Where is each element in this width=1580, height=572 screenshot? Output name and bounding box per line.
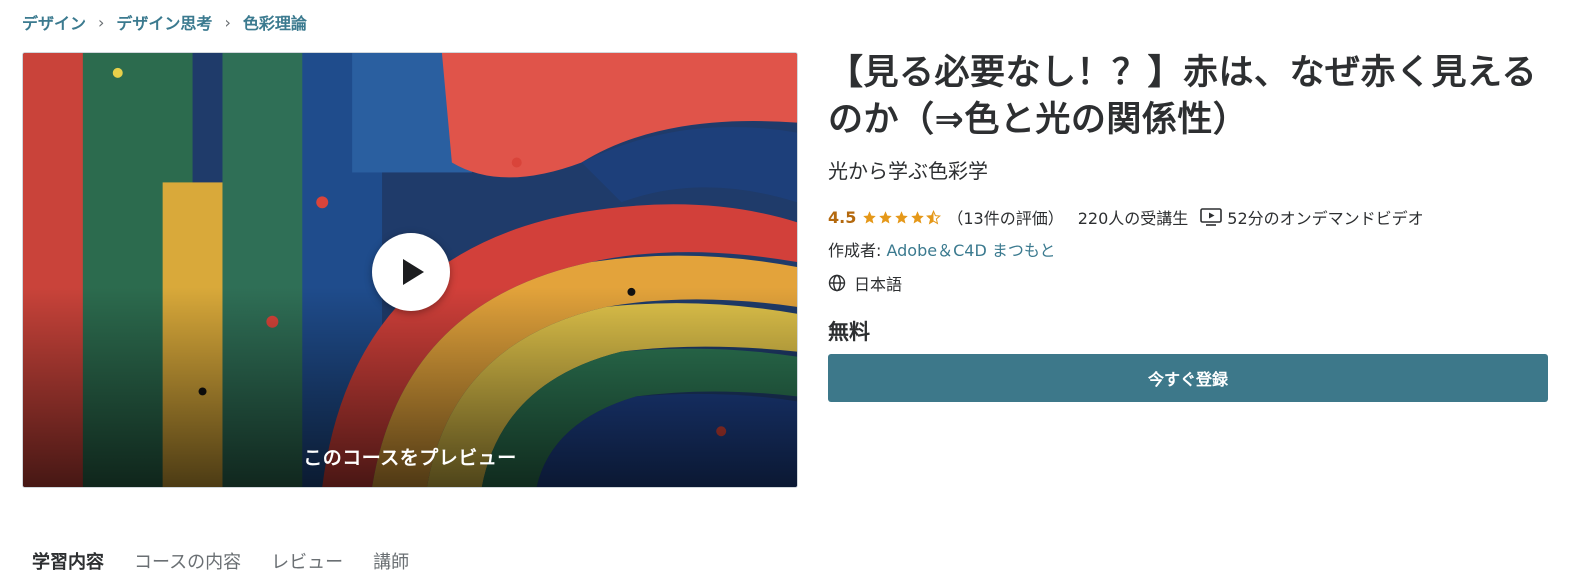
- breadcrumb-item-design[interactable]: デザイン: [22, 10, 86, 34]
- rating-stars: [862, 209, 942, 225]
- chevron-right-icon: ›: [98, 12, 105, 32]
- rating-value: 4.5: [828, 207, 857, 227]
- enroll-button[interactable]: 今すぐ登録: [828, 354, 1548, 402]
- author-link[interactable]: Adobe＆C4D まつもと: [886, 241, 1055, 260]
- breadcrumb-item-color-theory[interactable]: 色彩理論: [243, 10, 307, 34]
- play-icon: [403, 259, 424, 285]
- course-stats: 4.5 （13件の評価） 220人の受講生 52分のオンデマンドビデオ: [828, 205, 1548, 229]
- author-label: 作成者:: [828, 241, 887, 260]
- tab-instructor[interactable]: 講師: [373, 548, 409, 572]
- globe-icon: [828, 274, 846, 292]
- course-preview[interactable]: このコースをプレビュー: [22, 52, 798, 488]
- language-label: 日本語: [854, 275, 903, 294]
- tab-reviews[interactable]: レビュー: [271, 548, 343, 572]
- half-star-icon: [926, 209, 942, 224]
- star-icon: [895, 210, 909, 223]
- course-tabs: 学習内容 コースの内容 レビュー 講師: [32, 548, 409, 572]
- tab-curriculum[interactable]: コースの内容: [134, 548, 241, 572]
- breadcrumb-item-design-thinking[interactable]: デザイン思考: [116, 10, 212, 34]
- student-count: 220人の受講生: [1077, 209, 1189, 228]
- chevron-right-icon: ›: [224, 12, 231, 32]
- course-language: 日本語: [828, 272, 1548, 294]
- star-icon: [879, 210, 893, 223]
- tab-learning[interactable]: 学習内容: [32, 548, 104, 572]
- star-icon: [863, 210, 877, 223]
- star-icon: [911, 210, 925, 223]
- breadcrumb: デザイン › デザイン思考 › 色彩理論: [22, 10, 307, 34]
- course-author: 作成者: Adobe＆C4D まつもと: [828, 240, 1548, 262]
- play-button[interactable]: [372, 233, 450, 311]
- preview-label[interactable]: このコースをプレビュー: [23, 443, 797, 470]
- course-title: 【見る必要なし！？】赤は、なぜ赤く見えるのか（⇒色と光の関係性）: [828, 53, 1537, 140]
- course-price: 無料: [828, 320, 870, 344]
- video-icon: [1200, 208, 1223, 226]
- course-landing-page: デザイン › デザイン思考 › 色彩理論 このコースをプレビュー 【見る必要なし…: [0, 0, 1580, 572]
- video-duration: 52分のオンデマンドビデオ: [1200, 205, 1424, 229]
- rating-count[interactable]: （13件の評価）: [947, 205, 1063, 229]
- course-info: 【見る必要なし！？】赤は、なぜ赤く見えるのか（⇒色と光の関係性） 光から学ぶ色彩…: [828, 50, 1548, 402]
- video-duration-label: 52分のオンデマンドビデオ: [1227, 209, 1424, 228]
- course-subtitle: 光から学ぶ色彩学: [828, 159, 988, 183]
